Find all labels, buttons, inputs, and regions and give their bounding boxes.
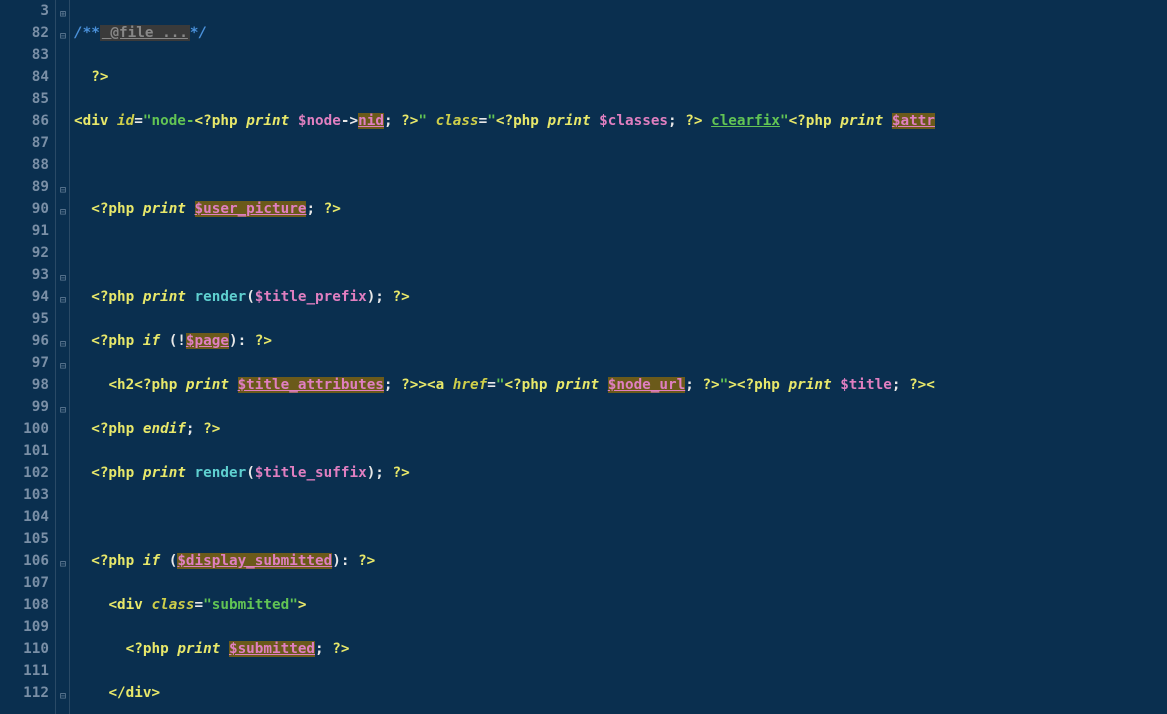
code-line: /** @file ...*/ [74,22,1167,44]
code-line [74,154,1167,176]
code-line: <?php if ($display_submitted): ?> [74,550,1167,572]
code-line: ?> [74,66,1167,88]
fold-marker-icon[interactable]: ⊟ [58,202,68,224]
folded-region[interactable]: @file ... [100,25,190,41]
code-line: <?php endif; ?> [74,418,1167,440]
code-line: <div id="node-<?php print $node->nid; ?>… [74,110,1167,132]
fold-marker-icon[interactable]: ⊟ [58,290,68,312]
fold-marker-icon[interactable]: ⊟ [58,400,68,422]
code-line: <?php print render($title_prefix); ?> [74,286,1167,308]
code-line: <?php print $user_picture; ?> [74,198,1167,220]
code-line: <?php if (!$page): ?> [74,330,1167,352]
line-number-gutter: 3 82 83 84 85 86 87 88 89 90 91 92 93 94… [0,0,56,714]
fold-marker-icon[interactable]: ⊞ [58,4,68,26]
code-line: <div class="submitted"> [74,594,1167,616]
code-editor[interactable]: /** @file ...*/ ?> <div id="node-<?php p… [70,0,1167,714]
fold-marker-icon[interactable]: ⊟ [58,686,68,708]
code-line [74,506,1167,528]
fold-marker-icon[interactable]: ⊟ [58,180,68,202]
fold-marker-icon[interactable]: ⊟ [58,334,68,356]
code-line: <?php print $submitted; ?> [74,638,1167,660]
fold-marker-icon[interactable]: ⊟ [58,268,68,290]
fold-marker-icon[interactable]: ⊟ [58,554,68,576]
code-line: </div> [74,682,1167,704]
fold-marker-icon[interactable]: ⊟ [58,26,68,48]
fold-marker-icon[interactable]: ⊟ [58,356,68,378]
code-line: <h2<?php print $title_attributes; ?>><a … [74,374,1167,396]
fold-gutter: ⊞⊟⊟⊟⊟⊟⊟⊟⊟⊟⊟ [56,0,70,714]
code-line: <?php print render($title_suffix); ?> [74,462,1167,484]
code-line [74,242,1167,264]
